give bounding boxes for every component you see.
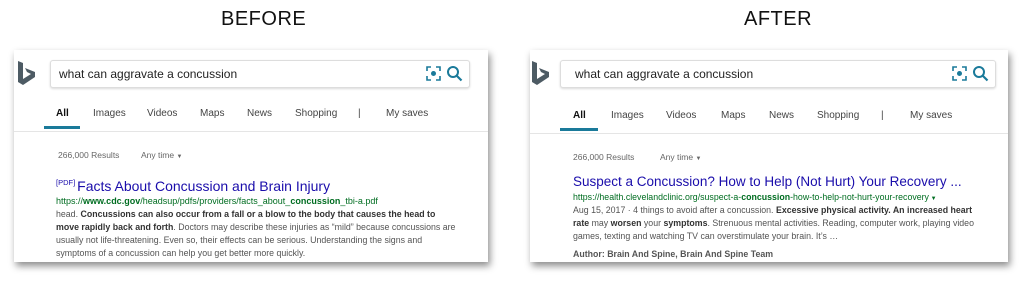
search-box[interactable]: what can aggravate a concussion [560,60,996,88]
result-title-link[interactable]: [PDF] Facts About Concussion and Brain In… [56,178,330,194]
chevron-down-icon: ▼ [176,154,183,160]
url-part-bold: concussion [290,196,341,206]
tab-news[interactable]: News [769,110,794,121]
active-tab-indicator [560,128,598,131]
search-input[interactable]: what can aggravate a concussion [59,67,237,81]
snippet-part: your [641,218,664,228]
url-part: _tbi-a.pdf [340,196,378,206]
result-url[interactable]: https://www.cdc.gov/headsup/pdfs/provide… [56,196,378,206]
results-count: 266,000 Results [58,150,120,160]
results-count: 266,000 Results [573,152,635,162]
pdf-tag: [PDF] [56,178,76,187]
before-heading: BEFORE [221,8,307,30]
tab-images[interactable]: Images [611,110,644,121]
time-filter[interactable]: Any time ▼ [141,150,182,160]
url-chevron-down-icon[interactable]: ▼ [929,196,937,202]
tab-separator: | [358,108,361,119]
tab-maps[interactable]: Maps [200,108,224,119]
search-tabs: All Images Videos Maps News Shopping | M… [14,108,488,130]
tab-images[interactable]: Images [93,108,126,119]
snippet-part-bold: symptoms [663,218,708,228]
result-author: Author: Brain And Spine, Brain And Spine… [573,249,774,259]
tab-all[interactable]: All [573,110,586,121]
tab-news[interactable]: News [247,108,272,119]
url-part-bold: www.cdc.gov [83,196,141,206]
time-filter-label: Any time [141,150,175,160]
time-filter-label: Any time [660,152,694,162]
tab-my-saves[interactable]: My saves [910,110,952,121]
tabs-divider [530,133,1008,134]
tab-all[interactable]: All [56,108,69,119]
time-filter[interactable]: Any time ▼ [660,152,701,162]
search-icon[interactable] [972,65,989,82]
chevron-down-icon: ▼ [695,156,702,162]
result-snippet: head. Concussions can also occur from a … [56,208,456,260]
active-tab-indicator [44,126,80,129]
url-part-bold: concussion [741,192,791,202]
before-panel: what can aggravate a concussion All Imag… [14,50,488,262]
result-title-link[interactable]: Suspect a Concussion? How to Help (Not H… [573,174,962,189]
visual-search-icon[interactable] [952,66,967,81]
url-part: https:// [56,196,84,206]
bing-logo-icon[interactable] [16,60,38,86]
url-part: /headsup/pdfs/providers/facts_about_ [140,196,291,206]
result-snippet: Aug 15, 2017 · 4 things to avoid after a… [573,204,983,243]
search-input[interactable]: what can aggravate a concussion [575,67,753,81]
snippet-part: may [589,218,611,228]
snippet-part: head. [56,209,81,219]
bing-logo-icon[interactable] [530,60,552,86]
snippet-part: Aug 15, 2017 · 4 things to avoid after a… [573,205,776,215]
tab-my-saves[interactable]: My saves [386,108,428,119]
url-part: https://health.clevelandclinic.org/suspe… [573,192,742,202]
tab-separator: | [881,110,884,121]
tabs-divider [14,131,488,132]
tab-maps[interactable]: Maps [721,110,745,121]
visual-search-icon[interactable] [426,66,441,81]
tab-videos[interactable]: Videos [666,110,696,121]
url-part: -how-to-help-not-hurt-your-recovery [790,192,929,202]
tab-videos[interactable]: Videos [147,108,177,119]
search-tabs: All Images Videos Maps News Shopping | M… [530,110,1008,132]
result-title-text: Facts About Concussion and Brain Injury [77,178,331,194]
search-icon[interactable] [446,65,463,82]
after-heading: AFTER [744,8,813,30]
snippet-part-bold: worsen [610,218,642,228]
tab-shopping[interactable]: Shopping [295,108,337,119]
tab-shopping[interactable]: Shopping [817,110,859,121]
after-panel: what can aggravate a concussion All Imag… [530,50,1008,262]
search-box[interactable]: what can aggravate a concussion [50,60,470,88]
result-url[interactable]: https://health.clevelandclinic.org/suspe… [573,192,937,202]
